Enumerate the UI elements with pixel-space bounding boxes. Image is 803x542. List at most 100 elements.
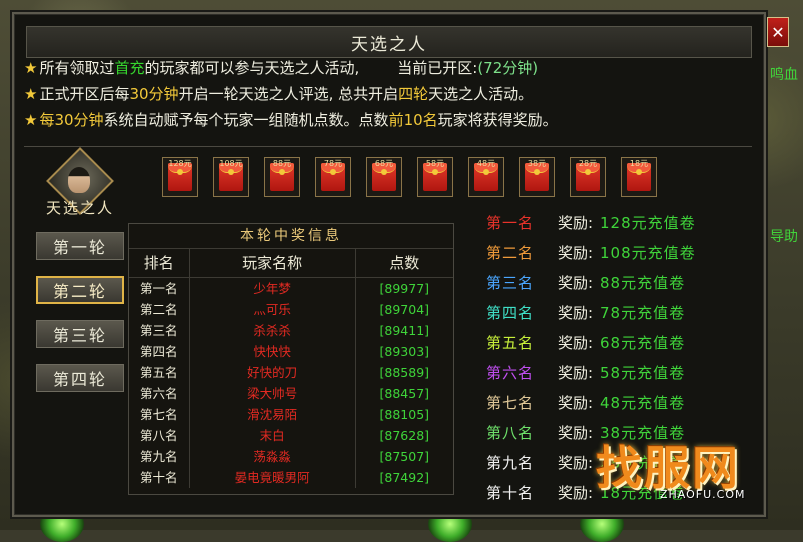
row-player: 灬可乐 bbox=[188, 299, 356, 320]
background-side-text: 鸣血 bbox=[770, 67, 798, 83]
round-3-button[interactable]: 第三轮 bbox=[36, 320, 124, 348]
star-icon: ★ bbox=[24, 111, 38, 129]
background-side-text: 导助 bbox=[770, 229, 798, 245]
table-row: 第八名 末白 [87628] bbox=[129, 425, 453, 446]
table-row: 第六名 梁大帅号 [88457] bbox=[129, 383, 453, 404]
red-envelope-icon[interactable]: 28元 bbox=[570, 157, 606, 197]
rule-line-3: ★ 每30分钟系统自动赋予每个玩家一组随机点数。点数前10名玩家将获得奖励。 bbox=[24, 107, 744, 133]
red-envelope-icon[interactable]: 18元 bbox=[621, 157, 657, 197]
prize-rank: 第二名 bbox=[486, 244, 535, 262]
red-envelope-icon[interactable]: 68元 bbox=[366, 157, 402, 197]
section-divider bbox=[24, 146, 752, 147]
prize-label: 奖励: bbox=[558, 214, 594, 232]
row-rank: 第十名 bbox=[140, 470, 178, 485]
prize-label: 奖励: bbox=[558, 394, 594, 412]
server-open-label: 当前已开区: bbox=[397, 59, 478, 77]
envelope-label: 48元 bbox=[476, 159, 496, 168]
table-header: 排名 玩家名称 点数 bbox=[129, 249, 453, 278]
prize-value: 68元充值卷 bbox=[600, 334, 686, 352]
star-icon: ★ bbox=[24, 59, 38, 77]
envelope-label: 128元 bbox=[168, 159, 192, 168]
row-points: [87628] bbox=[379, 428, 430, 443]
close-button[interactable]: ✕ bbox=[767, 17, 789, 47]
rules-notes: ★ 所有领取过首充的玩家都可以参与天选之人活动, 当前已开区:(72分钟) ★ 正式开… bbox=[24, 55, 744, 133]
prize-row: 第一名 奖励: 128元充值卷 bbox=[486, 208, 696, 238]
prize-row: 第三名 奖励: 88元充值卷 bbox=[486, 268, 696, 298]
table-row: 第二名 灬可乐 [89704] bbox=[129, 299, 453, 320]
star-icon: ★ bbox=[24, 85, 38, 103]
site-watermark: 找服网 ZHAOFU.COM bbox=[590, 432, 790, 512]
prize-value: 128元充值卷 bbox=[600, 214, 696, 232]
prize-rank: 第一名 bbox=[486, 214, 535, 232]
envelope-label: 68元 bbox=[374, 159, 394, 168]
row-rank: 第一名 bbox=[140, 281, 178, 296]
table-row: 第十名 晏电竟暖男阿 [87492] bbox=[129, 467, 453, 488]
table-row: 第七名 滑沈易陌 [88105] bbox=[129, 404, 453, 425]
prize-rank: 第三名 bbox=[486, 274, 535, 292]
round-2-button[interactable]: 第二轮 bbox=[36, 276, 124, 304]
prize-label: 奖励: bbox=[558, 274, 594, 292]
prize-label: 奖励: bbox=[558, 364, 594, 382]
rule-highlight: 30分钟 bbox=[129, 85, 179, 103]
prize-rank: 第八名 bbox=[486, 424, 535, 442]
rule-text: 开启一轮天选之人评选, 总共开启 bbox=[178, 85, 399, 103]
red-envelope-icon[interactable]: 78元 bbox=[315, 157, 351, 197]
row-rank: 第九名 bbox=[140, 449, 178, 464]
rule-line-2: ★ 正式开区后每30分钟开启一轮天选之人评选, 总共开启四轮天选之人活动。 bbox=[24, 81, 744, 107]
rule-highlight: 每30分钟 bbox=[39, 111, 104, 129]
prize-value: 48元充值卷 bbox=[600, 394, 686, 412]
row-points: [89704] bbox=[379, 302, 430, 317]
prize-value: 58元充值卷 bbox=[600, 364, 686, 382]
round-4-button[interactable]: 第四轮 bbox=[36, 364, 124, 392]
red-envelope-icon[interactable]: 48元 bbox=[468, 157, 504, 197]
row-player: 末白 bbox=[188, 425, 356, 446]
red-envelope-icon[interactable]: 108元 bbox=[213, 157, 249, 197]
avatar-label: 天选之人 bbox=[45, 199, 114, 217]
rule-text: 所有领取过 bbox=[39, 59, 115, 77]
server-open-time: (72分钟) bbox=[477, 59, 539, 77]
avatar: 天选之人 bbox=[38, 147, 122, 219]
envelope-label: 18元 bbox=[629, 159, 649, 168]
row-rank: 第四名 bbox=[140, 344, 178, 359]
round-1-button[interactable]: 第一轮 bbox=[36, 232, 124, 260]
prize-label: 奖励: bbox=[558, 244, 594, 262]
dialog-titlebar[interactable]: 天选之人 bbox=[26, 26, 752, 58]
prize-value: 78元充值卷 bbox=[600, 304, 686, 322]
prize-label: 奖励: bbox=[558, 334, 594, 352]
row-points: [89411] bbox=[379, 323, 430, 338]
winners-table: 本轮中奖信息 排名 玩家名称 点数 第一名 少年梦 [89977] 第二名 灬可乐 [8… bbox=[128, 223, 454, 495]
prize-row: 第二名 奖励: 108元充值卷 bbox=[486, 238, 696, 268]
red-envelope-icon[interactable]: 38元 bbox=[519, 157, 555, 197]
row-rank: 第七名 bbox=[140, 407, 178, 422]
row-player: 荡淼淼 bbox=[188, 446, 356, 467]
red-envelope-icon[interactable]: 58元 bbox=[417, 157, 453, 197]
row-points: [88589] bbox=[379, 365, 430, 380]
row-player: 杀杀杀 bbox=[188, 320, 356, 341]
prize-rank: 第九名 bbox=[486, 454, 535, 472]
prize-rank: 第四名 bbox=[486, 304, 535, 322]
reward-icon-row: 128元 108元 88元 78元 68元 58元 48元 38元 28元 18… bbox=[162, 157, 657, 199]
prize-row: 第六名 奖励: 58元充值卷 bbox=[486, 358, 696, 388]
header-points: 点数 bbox=[389, 254, 420, 272]
row-points: [89303] bbox=[379, 344, 430, 359]
rule-highlight: 前10名 bbox=[388, 111, 438, 129]
rule-text: 天选之人活动。 bbox=[428, 85, 534, 103]
prize-rank: 第七名 bbox=[486, 394, 535, 412]
table-row: 第三名 杀杀杀 [89411] bbox=[129, 320, 453, 341]
row-player: 梁大帅号 bbox=[188, 383, 356, 404]
row-rank: 第三名 bbox=[140, 323, 178, 338]
row-player: 晏电竟暖男阿 bbox=[188, 467, 356, 488]
rule-text: 系统自动赋予每个玩家一组随机点数。点数 bbox=[103, 111, 389, 129]
envelope-label: 78元 bbox=[323, 159, 343, 168]
row-points: [87492] bbox=[379, 470, 430, 485]
table-row: 第一名 少年梦 [89977] bbox=[129, 278, 453, 299]
row-rank: 第二名 bbox=[140, 302, 178, 317]
envelope-label: 108元 bbox=[219, 159, 243, 168]
table-row: 第九名 荡淼淼 [87507] bbox=[129, 446, 453, 467]
rule-text: 的玩家都可以参与天选之人活动, bbox=[144, 59, 360, 77]
prize-row: 第七名 奖励: 48元充值卷 bbox=[486, 388, 696, 418]
row-points: [88105] bbox=[379, 407, 430, 422]
red-envelope-icon[interactable]: 88元 bbox=[264, 157, 300, 197]
red-envelope-icon[interactable]: 128元 bbox=[162, 157, 198, 197]
row-rank: 第六名 bbox=[140, 386, 178, 401]
